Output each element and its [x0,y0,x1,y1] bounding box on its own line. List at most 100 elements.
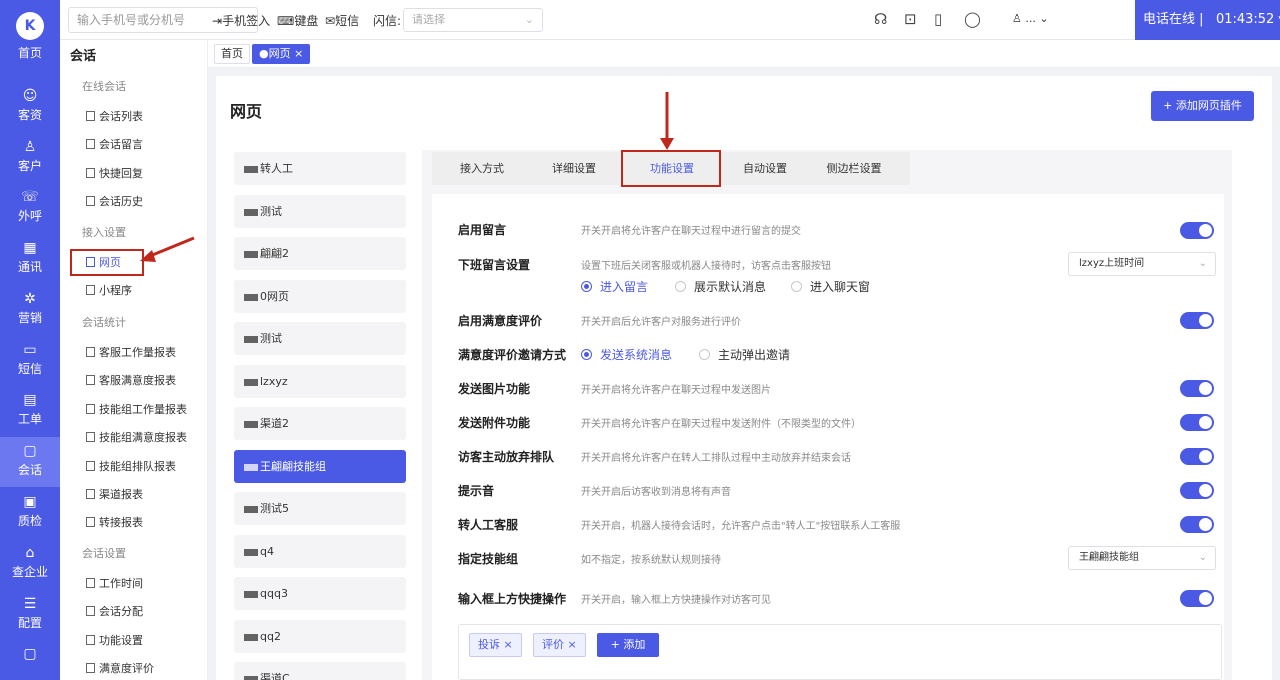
sound-toggle[interactable] [1180,482,1214,499]
submenu-item[interactable]: 技能组排队报表 [86,458,176,474]
tab-detail-settings[interactable]: 详细设置 [532,152,616,185]
doc-icon [86,489,95,499]
submenu-item[interactable]: 转接报表 [86,514,143,530]
radio-system-msg[interactable]: 发送系统消息 [581,346,672,363]
radio-default-msg[interactable]: 展示默认消息 [675,278,766,295]
rail-item-customers[interactable]: ♙ 客户 [0,133,60,183]
submenu-item[interactable]: 渠道报表 [86,486,143,502]
user-menu[interactable]: ♙ ... ⌄ [1012,12,1049,25]
doc-icon [86,139,95,149]
channel-item[interactable]: qqq3 [234,577,406,610]
doc-icon [86,168,95,178]
quick-desc: 开关开启，输入框上方快捷操作对访客可见 [581,595,771,606]
channel-item[interactable]: q4 [234,535,406,568]
tag-rating[interactable]: 评价 × [533,633,586,657]
channel-item[interactable]: 测试5 [234,492,406,525]
phone-checkin-button[interactable]: ⇥手机签入 [212,12,270,29]
channel-item[interactable]: qq2 [234,620,406,653]
image-toggle[interactable] [1180,380,1214,397]
worktime-select[interactable]: lzxyz上班时间 ⌄ [1068,252,1216,276]
channel-item[interactable]: 渠道C [234,662,406,680]
submenu-item[interactable]: 会话列表 [86,108,143,124]
abandon-desc: 开关开启将允许客户在转人工排队过程中主动放弃并结束会话 [581,453,851,464]
submenu-item[interactable]: 满意度评价 [86,660,154,676]
submenu-item[interactable]: 快捷回复 [86,165,143,181]
channel-item[interactable]: 测试 [234,195,406,228]
attach-label: 发送附件功能 [458,416,531,430]
submenu-item[interactable]: 客服工作量报表 [86,344,176,360]
rail-item-leads[interactable]: ☺ 客资 [0,82,60,132]
tab-access-method[interactable]: 接入方式 [432,152,532,185]
tab-web[interactable]: ●网页 × [252,44,311,64]
monitor-icon[interactable]: ⊡ [904,10,917,28]
redacted-mask [244,548,258,556]
submenu-item[interactable]: 小程序 [86,282,132,298]
flash-select[interactable]: 请选择 ⌄ [403,8,543,32]
ticket-icon: ▤ [23,392,37,408]
people-icon: ☺ [22,88,38,104]
highlight-box-function-tab [621,150,721,187]
redacted-mask [244,165,258,173]
submenu-item[interactable]: 会话留言 [86,136,143,152]
rail-home-label[interactable]: 首页 [0,44,60,61]
satisfaction-toggle[interactable] [1180,312,1214,329]
rail-item-more[interactable]: ▢ [0,640,60,680]
transfer-toggle[interactable] [1180,516,1214,533]
channel-item[interactable]: lzxyz [234,365,406,398]
channel-item-active[interactable]: 王翩翩技能组 [234,450,406,483]
rail-item-marketing[interactable]: ✲ 营销 [0,285,60,335]
sms-button[interactable]: ✉短信 [325,12,359,29]
rail-item-contacts[interactable]: ▦ 通讯 [0,234,60,284]
rail-item-chat[interactable]: ▢ 会话 [0,437,60,487]
submenu-item[interactable]: 技能组工作量报表 [86,401,187,417]
abandon-toggle[interactable] [1180,448,1214,465]
more-icon: ▢ [23,646,37,662]
radio-popup-invite[interactable]: 主动弹出邀请 [699,346,790,363]
tab-home[interactable]: 首页 [214,44,250,64]
channel-item[interactable]: 渠道2 [234,407,406,440]
doc-icon [86,196,95,206]
rail-item-enterprise[interactable]: ⌂ 查企业 [0,539,60,589]
headset-icon[interactable]: ☊ [874,10,887,28]
submenu-item[interactable]: 客服满意度报表 [86,372,176,388]
tag-complaint[interactable]: 投诉 × [469,633,522,657]
rail-item-qc[interactable]: ▣ 质检 [0,488,60,538]
radio-enter-chat[interactable]: 进入聊天窗 [791,278,870,295]
add-tag-button[interactable]: + 添加 [597,633,659,657]
rail-item-tickets[interactable]: ▤ 工单 [0,386,60,436]
keyboard-button[interactable]: ⌨键盘 [277,12,318,29]
skill-group-select[interactable]: 王翩翩技能组 ⌄ [1068,546,1216,570]
skill-desc: 如不指定，按系统默认规则接待 [581,555,721,566]
submenu-item[interactable]: 会话分配 [86,603,143,619]
top-bar: 输入手机号或分机号 ⇥手机签入 ⌨键盘 ✉短信 闪信: 请选择 ⌄ ☊ ⊡ ▯ ◯… [60,0,1280,40]
tab-sidebar-settings[interactable]: 侧边栏设置 [808,152,900,185]
submenu-item[interactable]: 会话历史 [86,193,143,209]
rail-item-sms[interactable]: ▭ 短信 [0,336,60,386]
doc-icon [86,606,95,616]
radio-enter-leave-msg[interactable]: 进入留言 [581,278,648,295]
quick-action-tags: 投诉 × 评价 × + 添加 [458,624,1222,680]
group-stats: 会话统计 [82,316,126,329]
channel-item[interactable]: 翩翩2 [234,237,406,270]
channel-item[interactable]: 测试 [234,322,406,355]
rail-item-outbound[interactable]: ☏ 外呼 [0,183,60,233]
abandon-label: 访客主动放弃排队 [458,450,555,464]
submenu-item[interactable]: 工作时间 [86,575,143,591]
leave-msg-label: 启用留言 [458,223,507,237]
quick-toggle[interactable] [1180,590,1214,607]
channel-item[interactable]: 0网页 [234,280,406,313]
phone-status-bar[interactable]: 电话在线 | 01:43:52 ▾ [1135,0,1280,40]
leave-msg-toggle[interactable] [1180,222,1214,239]
channel-item[interactable]: 转人工 [234,152,406,185]
submenu-item[interactable]: 技能组满意度报表 [86,429,187,445]
tab-auto-settings[interactable]: 自动设置 [722,152,808,185]
app-logo[interactable]: K [16,12,44,40]
rail-item-config[interactable]: ☰ 配置 [0,590,60,640]
attach-toggle[interactable] [1180,414,1214,431]
doc-icon [86,578,95,588]
message-icon[interactable]: ◯ [964,10,981,28]
submenu-item[interactable]: 功能设置 [86,632,143,648]
attach-desc: 开关开启将允许客户在聊天过程中发送附件（不限类型的文件） [581,419,861,430]
book-icon[interactable]: ▯ [934,10,942,28]
add-web-plugin-button[interactable]: + 添加网页插件 [1151,91,1254,121]
